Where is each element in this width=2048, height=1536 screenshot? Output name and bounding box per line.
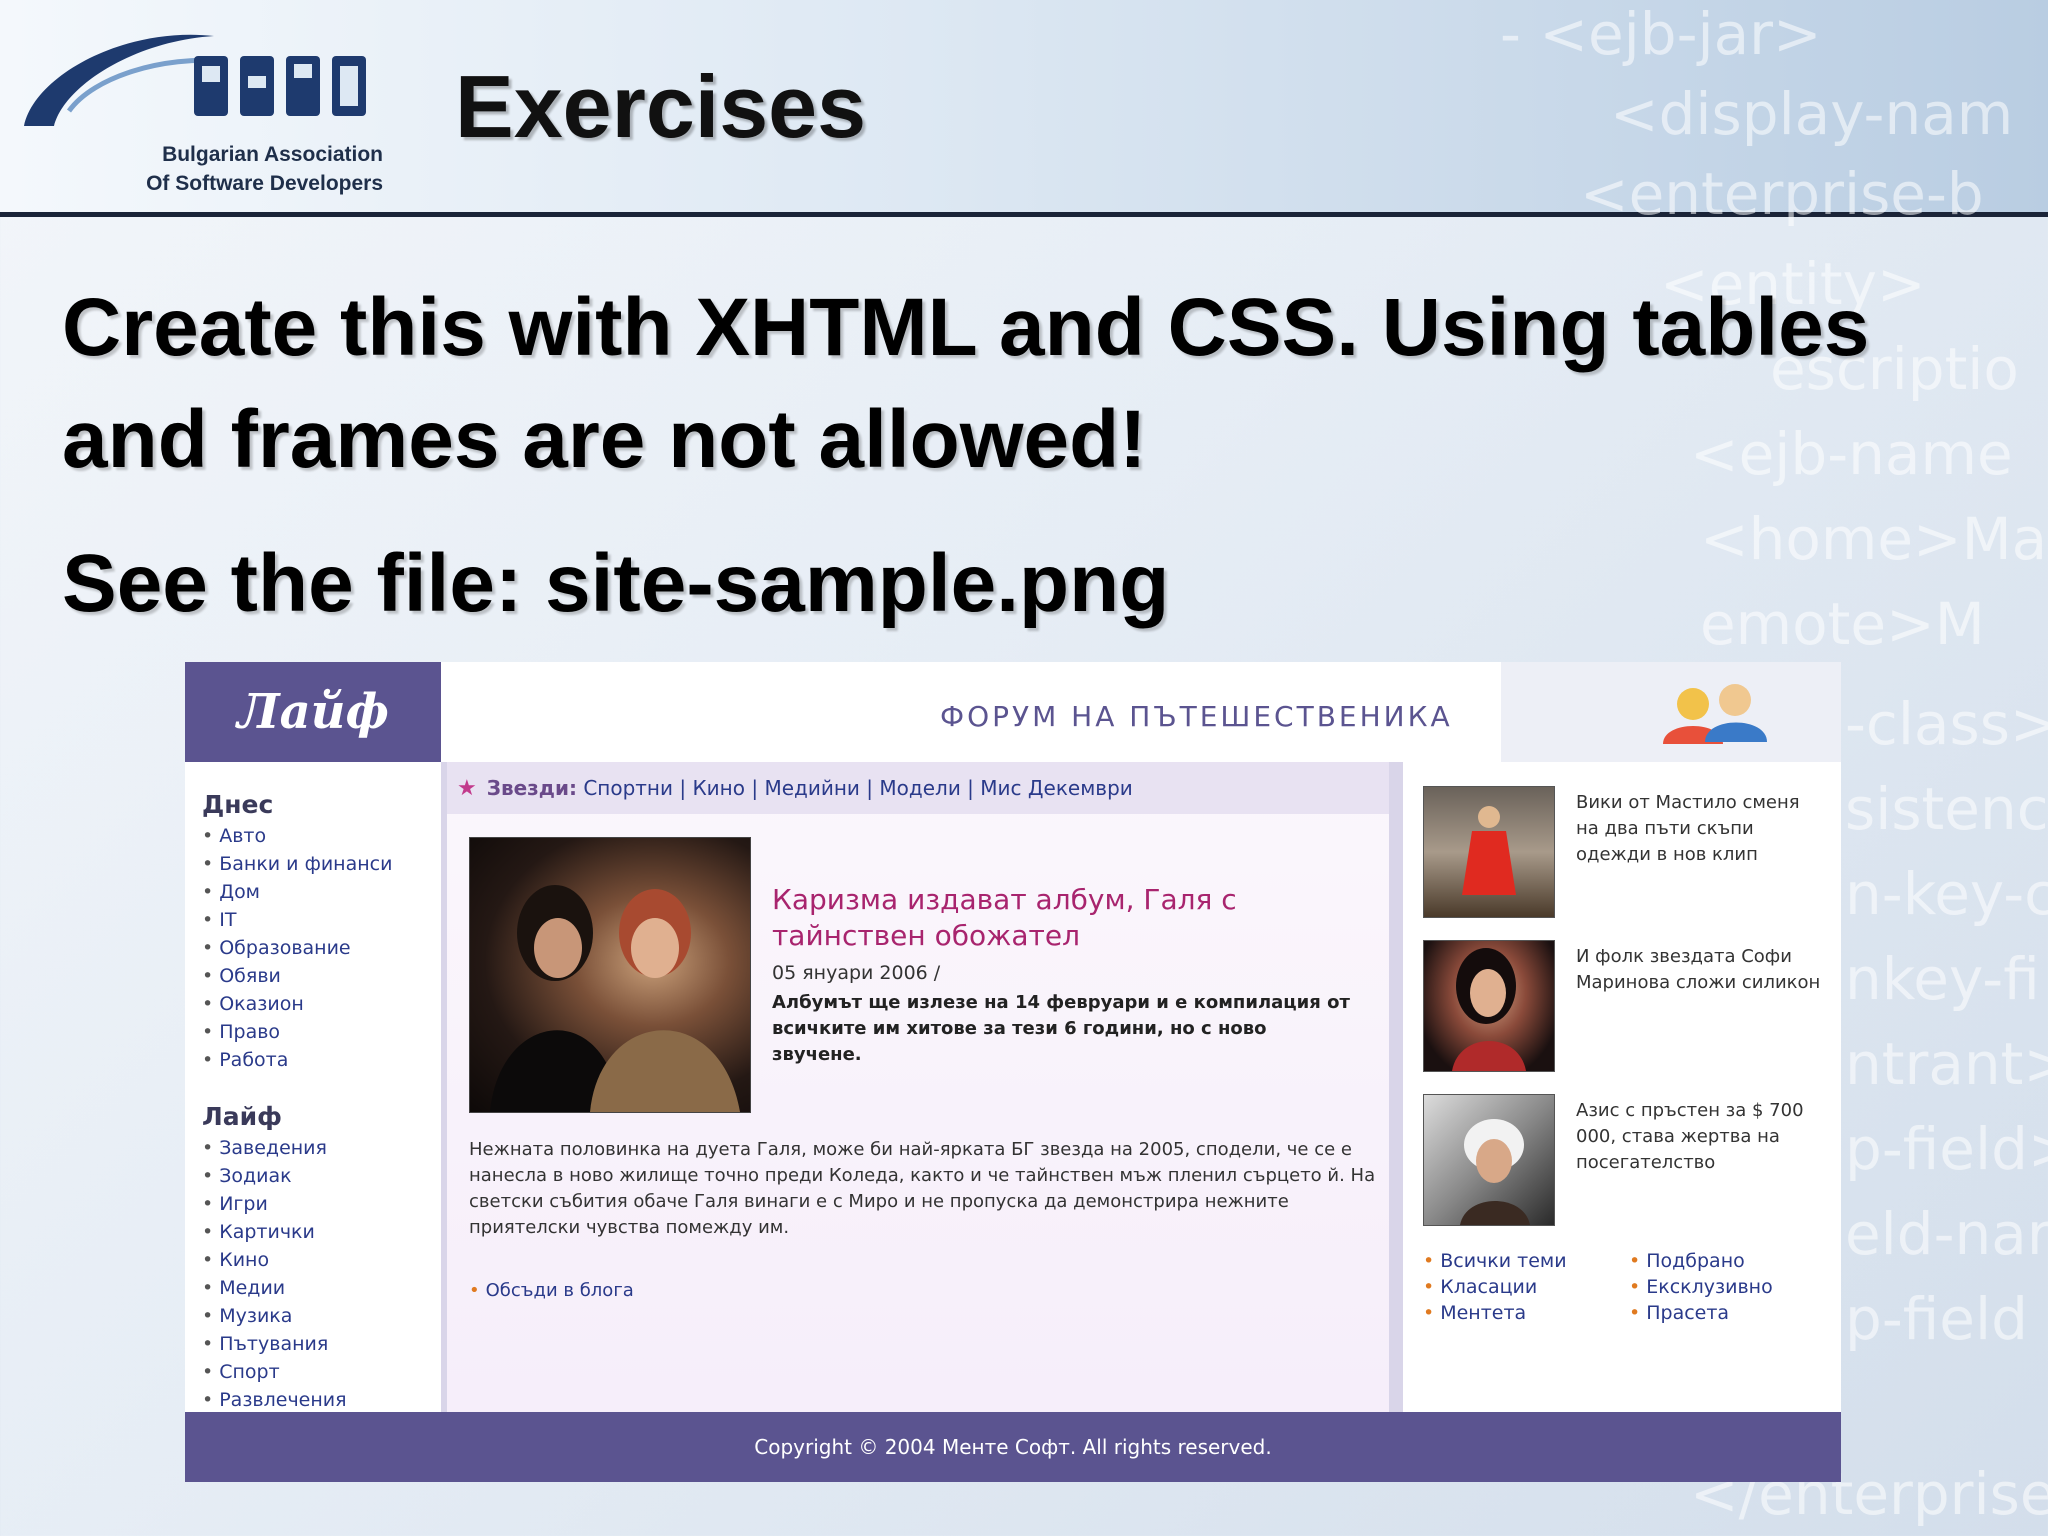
blog-link[interactable]: • Обсъди в блога (469, 1280, 634, 1301)
stars-bar: ★ Звезди: Спортни | Кино | Медийни | Моде… (447, 762, 1389, 814)
article-photo[interactable] (469, 837, 751, 1113)
sidebar-thumb[interactable] (1423, 1094, 1555, 1226)
article-title[interactable]: Каризма издават албум, Галя с тайнствен … (772, 882, 1352, 954)
sidebar-link[interactable]: • Ментета (1423, 1300, 1567, 1326)
sidebar-links-left: • Всички теми • Класации • Ментета (1423, 1248, 1567, 1326)
sidebar-link[interactable]: • Подбрано (1629, 1248, 1773, 1274)
nav-item[interactable]: • Дом (202, 878, 392, 906)
nav-item[interactable]: • Банки и финанси (202, 850, 392, 878)
separator: | (679, 776, 687, 800)
nav-item[interactable]: • Авто (202, 822, 392, 850)
nav-item[interactable]: • Обяви (202, 962, 392, 990)
watermark-text: p-field> (1845, 1115, 2048, 1183)
nav-item[interactable]: • Работа (202, 1046, 392, 1074)
nav-item[interactable]: • Музика (202, 1302, 347, 1330)
watermark-text: <enterprise-b (1580, 160, 1984, 228)
nav-item[interactable]: • Кино (202, 1246, 347, 1274)
sidebar-thumb[interactable] (1423, 786, 1555, 918)
sidebar-link[interactable]: • Всички теми (1423, 1248, 1567, 1274)
nav-list-life: • Заведения • Зодиак • Игри • Картички • Кино… (202, 1134, 347, 1414)
watermark-text: - <ejb-jar> (1500, 0, 1822, 68)
sidebar-item-text[interactable]: Вики от Мастило сменя на два пъти скъпи … (1576, 790, 1826, 868)
people-icon (1663, 684, 1767, 744)
watermark-text: ntrant> (1845, 1030, 2048, 1098)
main-content: ★ Звезди: Спортни | Кино | Медийни | Моде… (447, 762, 1389, 1412)
stars-link-models[interactable]: Модели (879, 776, 960, 800)
nav-item[interactable]: • Зодиак (202, 1162, 347, 1190)
singer-photo-icon (1460, 1119, 1530, 1225)
separator: | (751, 776, 759, 800)
nav-heading-life: Лайф (202, 1102, 282, 1131)
watermark-text: p-field (1845, 1285, 2028, 1353)
separator: | (967, 776, 974, 800)
nav-item[interactable]: • Оказион (202, 990, 392, 1018)
nav-item[interactable]: • IT (202, 906, 392, 934)
sidebar-thumb[interactable] (1423, 940, 1555, 1072)
watermark-text: n-key-c (1845, 860, 2048, 928)
sidebar-item-text[interactable]: Азис с пръстен за $ 700 000, става жертв… (1576, 1098, 1826, 1176)
nav-item[interactable]: • Развлечения (202, 1386, 347, 1414)
site-sample-screenshot: Лайф ФОРУМ НА ПЪТЕШЕСТВЕНИКА Днес • Авто … (185, 662, 1841, 1482)
nav-item[interactable]: • Спорт (202, 1358, 347, 1386)
nav-item[interactable]: • Право (202, 1018, 392, 1046)
watermark-text: <display-nam (1610, 80, 2014, 148)
watermark-text: sistenc (1845, 775, 2048, 843)
dancer-photo-icon (1462, 806, 1516, 895)
sidebar-link[interactable]: • Класации (1423, 1274, 1567, 1300)
nav-item[interactable]: • Образование (202, 934, 392, 962)
site-logo[interactable]: Лайф (185, 662, 441, 762)
woman-photo-icon (1452, 948, 1526, 1071)
basd-logo-icon (24, 34, 366, 126)
slide-bullet-2: See the file: site-sample.png (62, 538, 1170, 629)
sidebar-link[interactable]: • Ексклузивно (1629, 1274, 1773, 1300)
watermark-text: -class> (1845, 690, 2048, 758)
right-sidebar: Вики от Мастило сменя на два пъти скъпи … (1403, 762, 1841, 1412)
logo-org-line1: Bulgarian Association (162, 143, 383, 166)
article-body: Нежната половинка на дуета Галя, може би… (469, 1139, 1376, 1238)
slide-title: Exercises (455, 57, 867, 156)
stars-link-sport[interactable]: Спортни (583, 776, 673, 800)
slide-bullet-1: Create this with XHTML and CSS. Using ta… (62, 282, 1870, 485)
sidebar-links-right: • Подбрано • Ексклузивно • Прасета (1629, 1248, 1773, 1326)
stars-label: Звезди: (486, 776, 577, 800)
nav-list-today: • Авто • Банки и финанси • Дом • IT • Образов… (202, 822, 392, 1074)
nav-item[interactable]: • Медии (202, 1274, 347, 1302)
nav-item[interactable]: • Картички (202, 1218, 347, 1246)
sidebar-link[interactable]: • Прасета (1629, 1300, 1773, 1326)
star-icon: ★ (457, 776, 477, 801)
left-nav: Днес • Авто • Банки и финанси • Дом • IT • Об… (185, 762, 445, 1412)
nav-item[interactable]: • Пътувания (202, 1330, 347, 1358)
nav-item[interactable]: • Игри (202, 1190, 347, 1218)
stars-link-miss[interactable]: Мис Декември (980, 776, 1133, 800)
sidebar-item-text[interactable]: И фолк звездата Софи Маринова сложи сили… (1576, 944, 1826, 996)
couple-photo-icon (490, 885, 740, 1112)
nav-item[interactable]: • Заведения (202, 1134, 347, 1162)
column-divider (1389, 762, 1403, 1412)
nav-heading-today: Днес (202, 790, 274, 819)
article-date: 05 януари 2006 / (772, 962, 941, 984)
logo-org-name: Bulgarian Association Of Software Develo… (108, 140, 383, 198)
watermark-text: nkey-fi (1845, 945, 2040, 1013)
article-lead: Албумът ще излезе на 14 февруари и е ком… (772, 992, 1350, 1065)
logo-org-line2: Of Software Developers (146, 172, 383, 195)
watermark-text: eld-nar (1845, 1200, 2048, 1268)
separator: | (866, 776, 874, 800)
site-footer: Copyright © 2004 Менте Софт. All rights … (185, 1412, 1841, 1482)
stars-link-media[interactable]: Медийни (764, 776, 859, 800)
stars-link-kino[interactable]: Кино (692, 776, 745, 800)
forum-banner[interactable]: ФОРУМ НА ПЪТЕШЕСТВЕНИКА (940, 700, 1453, 733)
